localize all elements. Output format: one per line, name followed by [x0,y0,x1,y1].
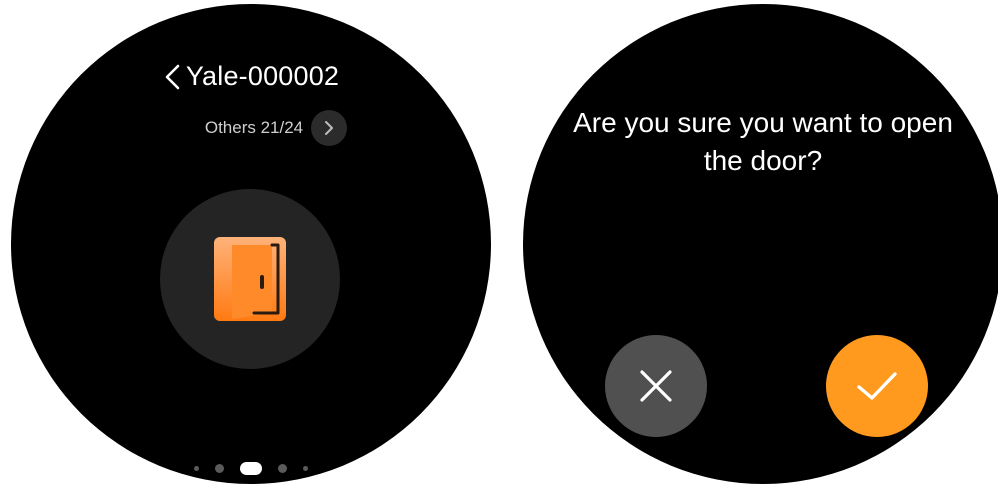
page-dot [215,464,224,473]
cancel-button[interactable] [605,335,707,437]
watch-screen-lock-detail: Yale-000002 Others 21/24 [11,4,491,484]
door-open-icon [214,237,286,321]
page-dot [303,466,308,471]
page-dot [194,466,199,471]
open-door-button[interactable] [160,189,340,369]
chevron-right-icon [325,121,334,135]
page-dot [278,464,287,473]
header: Yale-000002 [11,61,491,92]
watch-screen-confirm: Are you sure you want to open the door? [523,4,998,484]
device-name: Yale-000002 [185,61,340,91]
page-dot-active [240,462,262,475]
chevron-left-icon[interactable] [163,63,183,91]
close-icon [640,370,672,402]
category-row: Others 21/24 [11,110,491,146]
confirm-button[interactable] [826,335,928,437]
page-indicator [11,462,491,475]
check-icon [857,372,897,400]
confirm-question: Are you sure you want to open the door? [573,107,953,176]
next-lock-button[interactable] [311,110,348,146]
category-label: Others 21/24 [204,118,304,137]
